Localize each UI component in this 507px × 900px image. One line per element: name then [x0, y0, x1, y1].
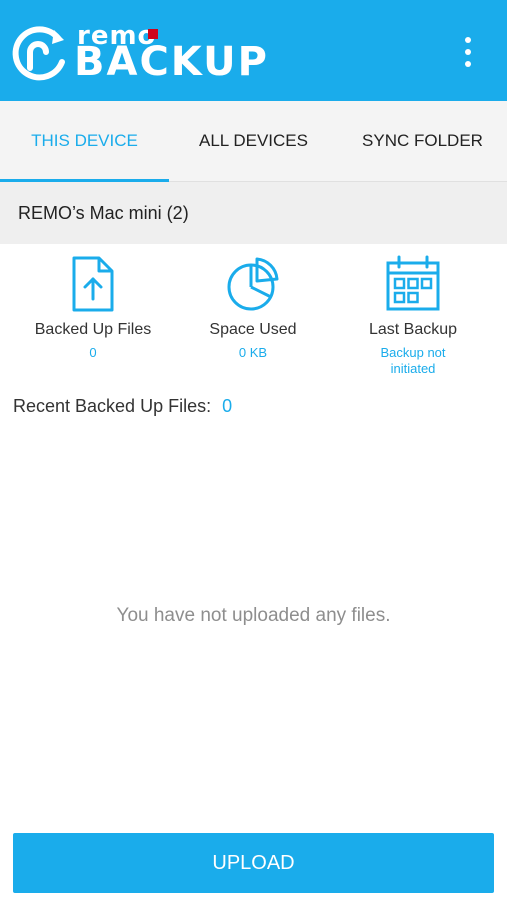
tab-sync-folder[interactable]: SYNC FOLDER: [338, 101, 507, 181]
stat-backed-up-files: Backed Up Files 0: [8, 255, 178, 361]
file-upload-icon: [72, 256, 114, 312]
stat-label: Space Used: [209, 321, 297, 338]
tab-this-device[interactable]: THIS DEVICE: [0, 101, 169, 182]
calendar-icon: [386, 255, 440, 311]
empty-state-message: You have not uploaded any files.: [116, 605, 391, 626]
app-header: remo BACKUP: [0, 0, 507, 101]
logo-red-square: [148, 29, 158, 39]
stat-value-line: Backup not: [380, 345, 446, 360]
stat-value: 0 KB: [238, 345, 268, 360]
logo-backup-text: BACKUP: [74, 39, 269, 85]
stat-label: Last Backup: [368, 321, 458, 338]
tab-all-devices[interactable]: ALL DEVICES: [169, 101, 338, 181]
stat-last-backup: Last Backup Backup not initiated: [328, 255, 498, 377]
stats-section: Backed Up Files 0 Space Used 0 KB Last B…: [0, 255, 507, 385]
recent-files-heading: Recent Backed Up Files: 0: [13, 396, 232, 417]
logo-refresh-icon: [12, 26, 65, 81]
more-vertical-icon[interactable]: [450, 30, 486, 74]
tab-bar: THIS DEVICE ALL DEVICES SYNC FOLDER: [0, 101, 507, 182]
stat-space-used: Space Used 0 KB: [168, 255, 338, 361]
recent-files-label: Recent Backed Up Files:: [13, 396, 212, 416]
device-name: REMO’s Mac mini (2): [18, 202, 189, 223]
recent-files-count: 0: [222, 396, 233, 416]
upload-button[interactable]: UPLOAD: [13, 833, 494, 893]
device-bar: REMO’s Mac mini (2): [0, 182, 507, 244]
pie-chart-icon: [227, 257, 279, 311]
stat-value: 0: [89, 345, 97, 360]
stat-label: Backed Up Files: [34, 321, 152, 338]
remo-backup-logo: remo BACKUP: [10, 22, 267, 84]
stat-value: Backup not initiated: [328, 345, 498, 377]
stat-value-line: initiated: [390, 361, 436, 376]
